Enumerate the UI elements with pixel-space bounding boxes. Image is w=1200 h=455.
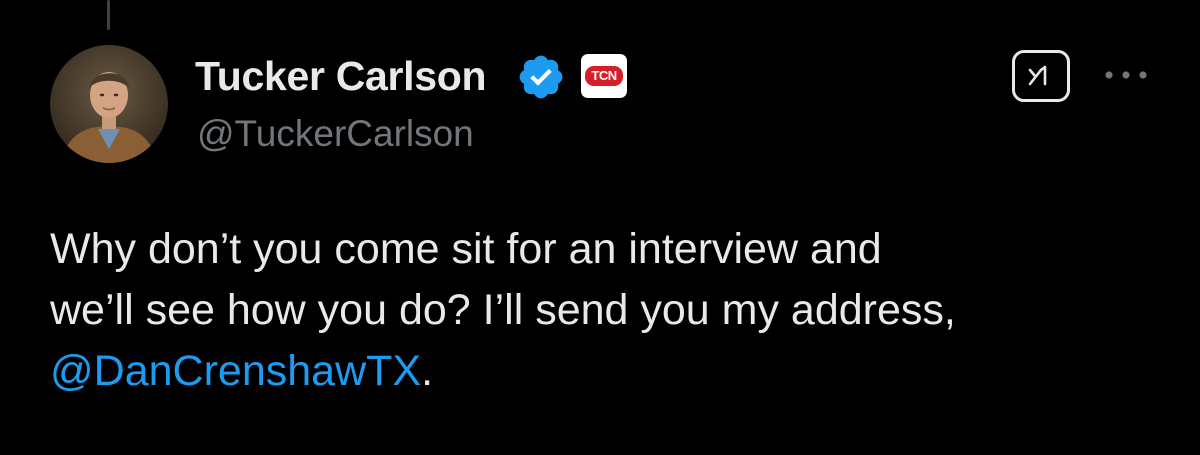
thread-connector-line xyxy=(107,0,110,30)
tweet-text-line: Why don’t you come sit for an interview … xyxy=(50,225,882,273)
author-handle[interactable]: @TuckerCarlson xyxy=(197,112,474,156)
affiliate-badge-label: TCN xyxy=(585,66,623,86)
author-display-name[interactable]: Tucker Carlson xyxy=(195,52,487,100)
avatar[interactable] xyxy=(50,45,168,163)
avatar-photo xyxy=(50,45,168,163)
verified-checkmark-icon xyxy=(516,52,566,102)
affiliate-badge[interactable]: TCN xyxy=(581,54,627,98)
grok-icon xyxy=(1028,65,1047,86)
tweet-text: Why don’t you come sit for an interview … xyxy=(50,219,1170,402)
grok-button[interactable] xyxy=(1012,50,1070,102)
tweet-trailing-text: . xyxy=(421,347,434,395)
more-dots-icon xyxy=(1105,71,1147,79)
tweet-text-line-last: @DanCrenshawTX. xyxy=(50,341,1170,402)
mention-link[interactable]: @DanCrenshawTX xyxy=(50,347,421,395)
tweet-text-line: we’ll see how you do? I’ll send you my a… xyxy=(50,286,956,334)
more-options-button[interactable] xyxy=(1096,57,1156,93)
